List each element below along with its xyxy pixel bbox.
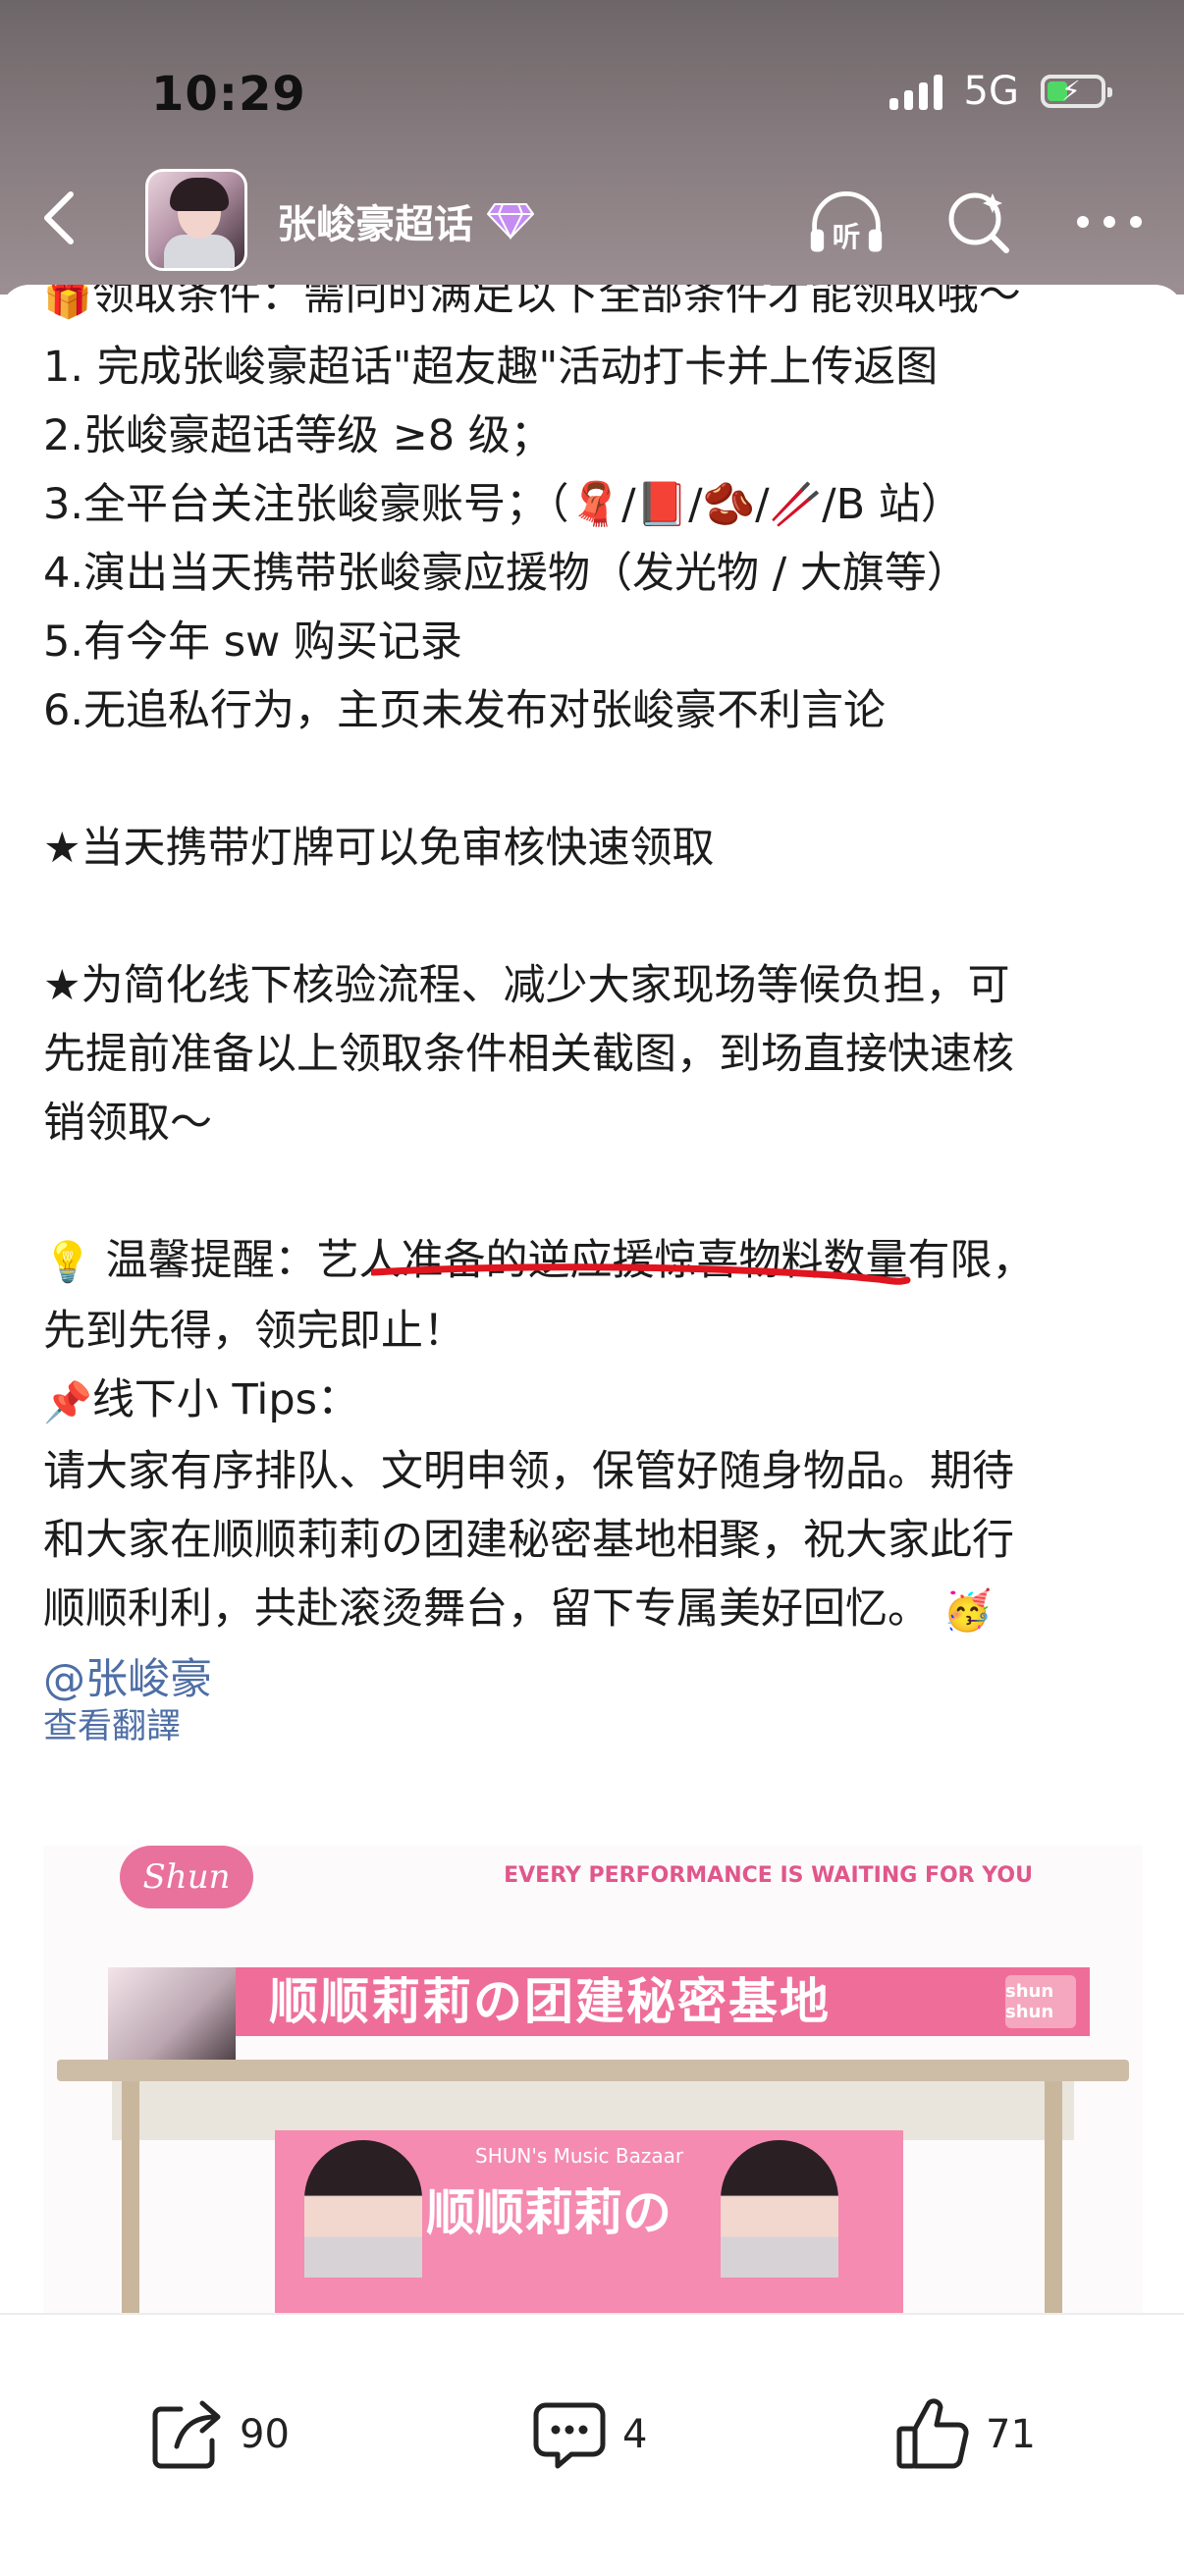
post-line: 3.全平台关注张峻豪账号；（🧣/📕/🫘/🥢/B 站） [43,479,963,529]
stall-pole-left [122,2081,139,2313]
network-label: 5G [963,69,1019,114]
lightbulb-icon: 💡 [43,1240,92,1285]
bottom-action-bar: 90 4 71 [0,2313,1184,2576]
listen-label: 听 [833,220,861,253]
pushpin-icon: 📌 [43,1379,92,1425]
post-line: 2.张峻豪超话等级 ≥8 级； [43,410,553,460]
board-title: 顺顺莉莉の [426,2184,672,2241]
share-count: 90 [240,2412,290,2457]
post-line: 请大家有序排队、文明申领，保管好随身物品。期待 [43,1446,1014,1496]
topic-title-text: 张峻豪超话 [277,202,473,247]
post-line: 顺顺利利，共赴滚烫舞台，留下专属美好回忆。 🥳 [43,1575,1153,1646]
search-button[interactable] [939,183,1017,261]
party-face-icon: 🥳 [942,1588,993,1634]
post-image[interactable]: Shun EVERY PERFORMANCE IS WAITING FOR YO… [43,1846,1143,2313]
back-button[interactable] [29,188,88,247]
chevron-left-icon [44,191,74,244]
comment-icon [533,2402,606,2469]
board-subtitle: SHUN's Music Bazaar [475,2144,684,2168]
diamond-icon [487,203,534,240]
shun-logo: Shun [120,1846,253,1908]
banner-badge: shun shun [1005,1975,1076,2028]
post-line: 📌线下小 Tips： [43,1366,1153,1437]
post-line: 先提前准备以上领取条件相关截图，到场直接快速核 [43,1029,1014,1079]
handwritten-underline [371,1263,911,1285]
gift-icon: 🎁 [43,285,92,321]
more-icon [1077,216,1142,228]
more-button[interactable] [1070,183,1149,261]
headphones-icon: 听 [810,191,883,253]
nav-actions: 听 [807,183,1149,261]
post-card: 🎁领取条件：需同时满足以下全部条件才能领取哦～ 1. 完成张峻豪超话"超友趣"活… [0,285,1184,2313]
like-count: 71 [986,2412,1036,2457]
search-icon [948,192,1009,253]
status-icons: 5G ⚡ [888,69,1112,114]
poster-banner-text: 顺顺莉莉の团建秘密基地 [269,1973,831,2030]
like-button[interactable]: 71 [893,2395,1036,2474]
top-header: 10:29 5G ⚡ 张峻豪超话 听 [0,0,1184,295]
post-line: ★为简化线下核验流程、减少大家现场等候负担，可 [43,960,1010,1010]
battery-icon: ⚡ [1041,75,1112,108]
post-line: 🎁领取条件：需同时满足以下全部条件才能领取哦～ [43,285,1153,333]
share-button[interactable]: 90 [147,2395,290,2474]
post-line: 和大家在顺顺莉莉の团建秘密基地相聚，祝大家此行 [43,1515,1014,1565]
performer-photo-right [721,2140,838,2278]
performer-photo-left [304,2140,422,2278]
share-icon [152,2400,221,2469]
signal-icon [888,73,942,110]
post-line: 6.无追私行为，主页未发布对张峻豪不利言论 [43,685,887,735]
stall-pole-right [1045,2081,1062,2313]
post-body: 🎁领取条件：需同时满足以下全部条件才能领取哦～ 1. 完成张峻豪超话"超友趣"活… [43,285,1153,1714]
mention-link[interactable]: @张峻豪 [43,1645,1153,1714]
post-line: 4.演出当天携带张峻豪应援物（发光物 / 大旗等） [43,548,969,598]
post-line: ★当天携带灯牌可以免审核快速领取 [43,823,715,873]
post-line: 1. 完成张峻豪超话"超友趣"活动打卡并上传返图 [43,342,939,392]
post-line: 先到先得，领完即止！ [43,1307,465,1356]
status-time: 10:29 [151,67,306,122]
topic-title[interactable]: 张峻豪超话 [277,192,534,249]
comment-button[interactable]: 4 [530,2395,647,2474]
stall-roof [57,2060,1129,2081]
translate-link[interactable]: 查看翻譯 [43,1698,181,1748]
post-line: 销领取～ [43,1098,212,1148]
thumbs-up-icon [896,2398,969,2469]
topic-avatar[interactable] [145,169,247,271]
listen-button[interactable]: 听 [807,183,886,261]
comment-count: 4 [622,2412,648,2457]
poster-tagline: EVERY PERFORMANCE IS WAITING FOR YOU [504,1863,1033,1888]
post-line: 5.有今年 sw 购买记录 [43,617,462,667]
